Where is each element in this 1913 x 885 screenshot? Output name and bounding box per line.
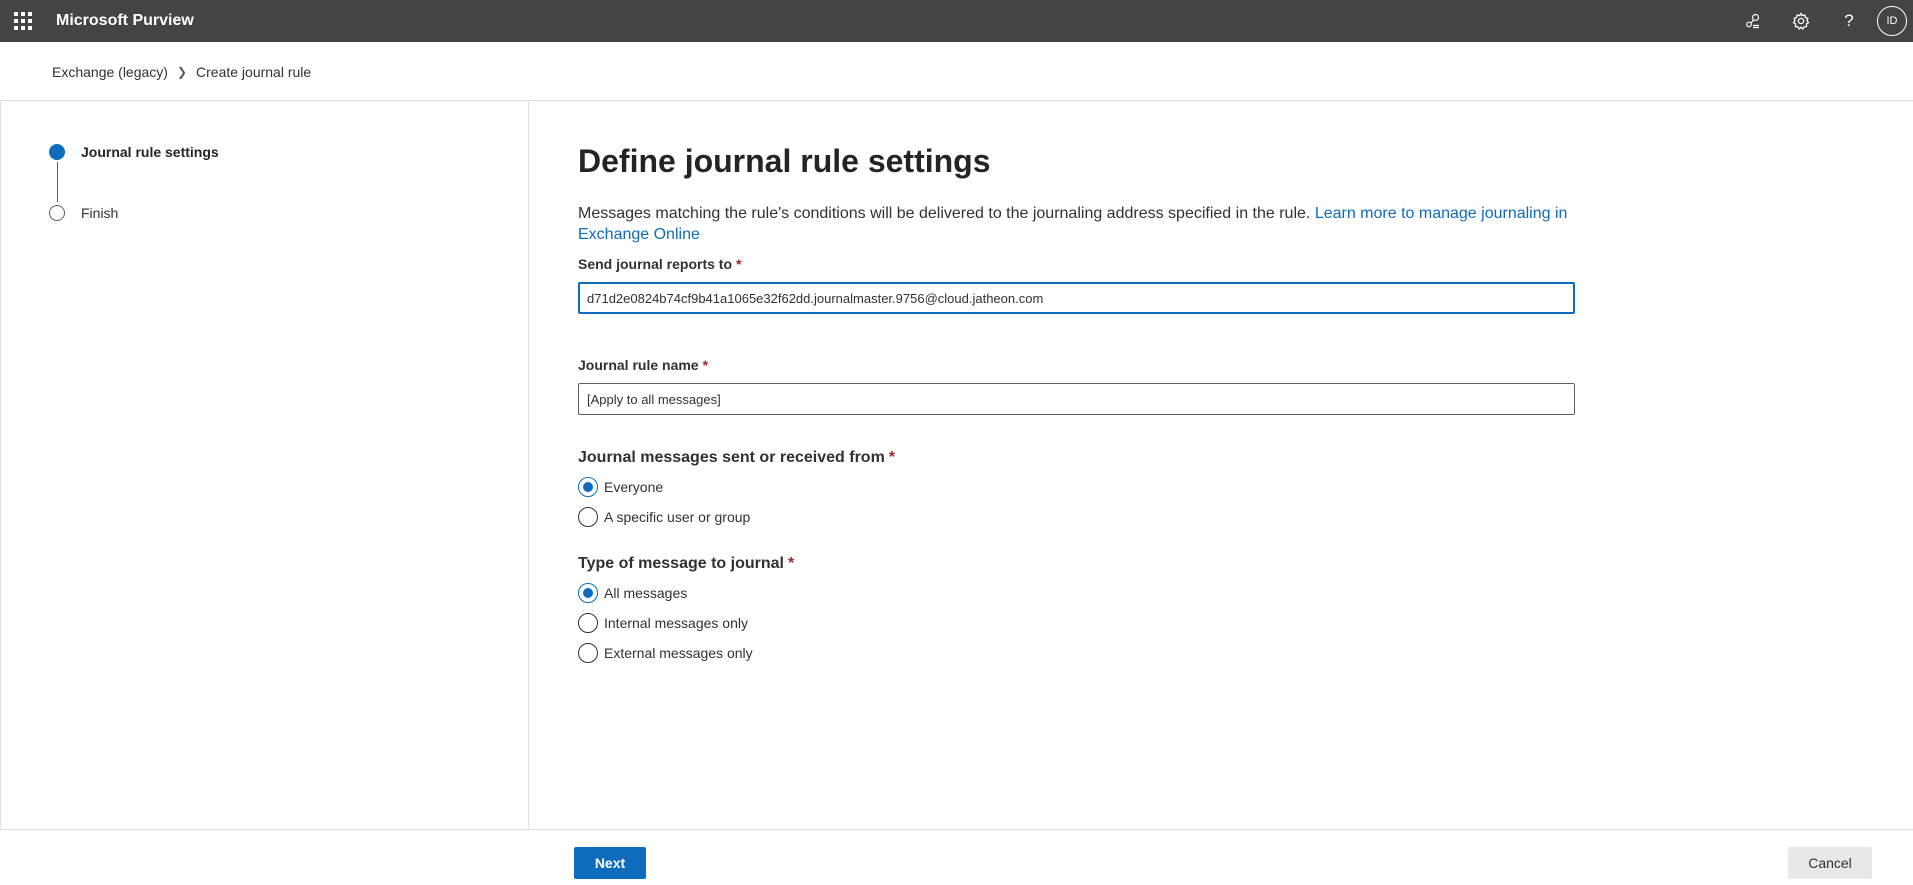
settings-icon[interactable] bbox=[1777, 0, 1825, 42]
radio-internal-messages-only[interactable]: Internal messages only bbox=[578, 613, 748, 633]
radio-label: All messages bbox=[604, 585, 688, 601]
journal-rule-name-input[interactable] bbox=[578, 383, 1575, 415]
top-bar: Microsoft Purview ? ID bbox=[0, 0, 1913, 42]
sent-received-label: Journal messages sent or received from * bbox=[578, 449, 896, 466]
radio-specific-user-or-group[interactable]: A specific user or group bbox=[578, 507, 750, 527]
radio-checked-icon bbox=[578, 583, 598, 603]
radio-unchecked-icon bbox=[578, 507, 598, 527]
description-text: Messages matching the rule's conditions … bbox=[578, 205, 1311, 222]
page-description: Messages matching the rule's conditions … bbox=[578, 203, 1578, 245]
radio-label: Everyone bbox=[604, 479, 664, 495]
radio-label: Internal messages only bbox=[604, 615, 748, 631]
step-label: Finish bbox=[81, 205, 119, 221]
avatar[interactable]: ID bbox=[1877, 6, 1907, 36]
waffle-icon[interactable] bbox=[0, 0, 46, 42]
breadcrumb-exchange-legacy[interactable]: Exchange (legacy) bbox=[52, 64, 168, 80]
step-connector bbox=[57, 162, 58, 202]
page-title: Define journal rule settings bbox=[578, 143, 991, 179]
breadcrumb-current: Create journal rule bbox=[196, 64, 312, 80]
journal-rule-name-label: Journal rule name * bbox=[578, 357, 709, 373]
breadcrumb: Exchange (legacy) ❯ Create journal rule bbox=[52, 64, 311, 80]
message-type-label: Type of message to journal * bbox=[578, 555, 795, 572]
wizard-stepper: Journal rule settings Finish bbox=[0, 101, 529, 829]
radio-external-messages-only[interactable]: External messages only bbox=[578, 643, 753, 663]
chevron-right-icon: ❯ bbox=[176, 65, 188, 79]
step-label: Journal rule settings bbox=[81, 144, 219, 160]
radio-checked-icon bbox=[578, 477, 598, 497]
radio-label: A specific user or group bbox=[604, 509, 751, 525]
radio-label: External messages only bbox=[604, 645, 753, 661]
radio-unchecked-icon bbox=[578, 613, 598, 633]
connections-icon[interactable] bbox=[1729, 0, 1777, 42]
radio-all-messages[interactable]: All messages bbox=[578, 583, 687, 603]
footer-divider bbox=[0, 829, 1913, 830]
step-current-icon bbox=[49, 144, 65, 160]
step-pending-icon bbox=[49, 205, 65, 221]
next-button[interactable]: Next bbox=[574, 847, 646, 879]
app-title[interactable]: Microsoft Purview bbox=[56, 12, 194, 30]
cancel-button[interactable]: Cancel bbox=[1788, 847, 1872, 879]
send-reports-label: Send journal reports to * bbox=[578, 256, 742, 272]
step-finish[interactable]: Finish bbox=[49, 205, 118, 221]
radio-everyone[interactable]: Everyone bbox=[578, 477, 663, 497]
radio-unchecked-icon bbox=[578, 643, 598, 663]
help-icon[interactable]: ? bbox=[1825, 0, 1873, 42]
step-journal-rule-settings[interactable]: Journal rule settings bbox=[49, 144, 219, 160]
send-reports-input[interactable] bbox=[578, 282, 1575, 314]
